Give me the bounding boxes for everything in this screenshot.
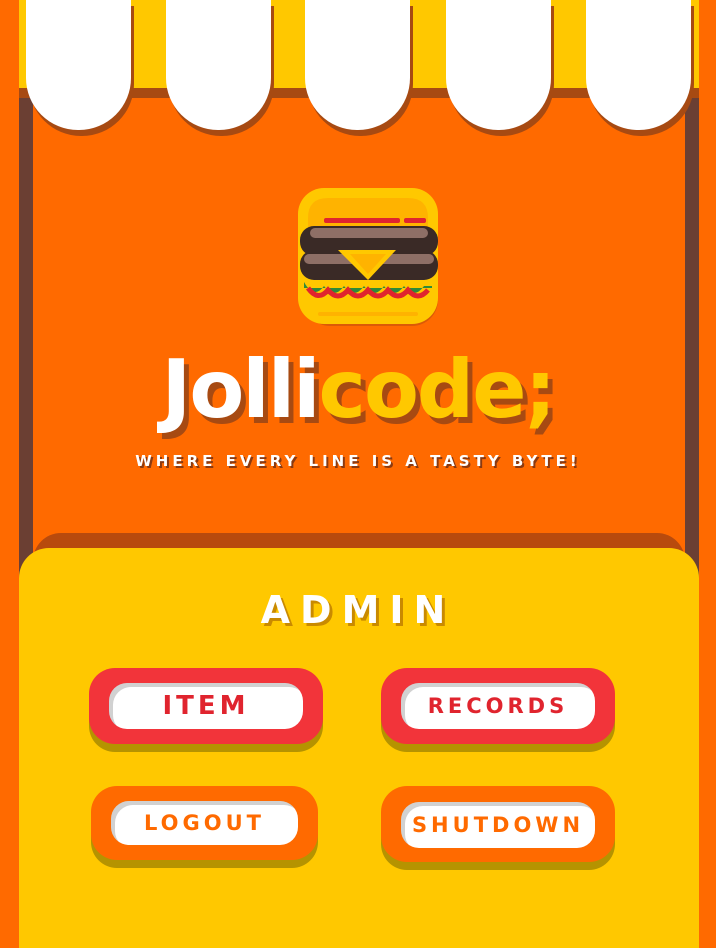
tagline: WHERE EVERY LINE IS A TASTY BYTE! (135, 452, 581, 470)
burger-icon (298, 188, 438, 326)
shutdown-button-label: SHUTDOWN (401, 802, 595, 848)
item-button[interactable]: ITEM (89, 668, 323, 744)
app-title-part1: Jolli (161, 343, 321, 436)
awning-scallop (305, 0, 410, 130)
awning-scallop (166, 0, 271, 130)
records-button-label: RECORDS (401, 683, 595, 729)
app-title: Jollicode; (0, 350, 716, 430)
awning-scallop (446, 0, 551, 130)
logout-button-label: LOGOUT (111, 801, 298, 845)
awning-scallop (26, 0, 131, 130)
records-button[interactable]: RECORDS (381, 668, 615, 744)
logout-button[interactable]: LOGOUT (91, 786, 318, 860)
item-button-label: ITEM (109, 683, 303, 729)
app-title-part2: code; (318, 343, 557, 436)
shutdown-button[interactable]: SHUTDOWN (381, 786, 615, 862)
awning-scallop (586, 0, 691, 130)
admin-title: ADMIN (260, 588, 456, 632)
